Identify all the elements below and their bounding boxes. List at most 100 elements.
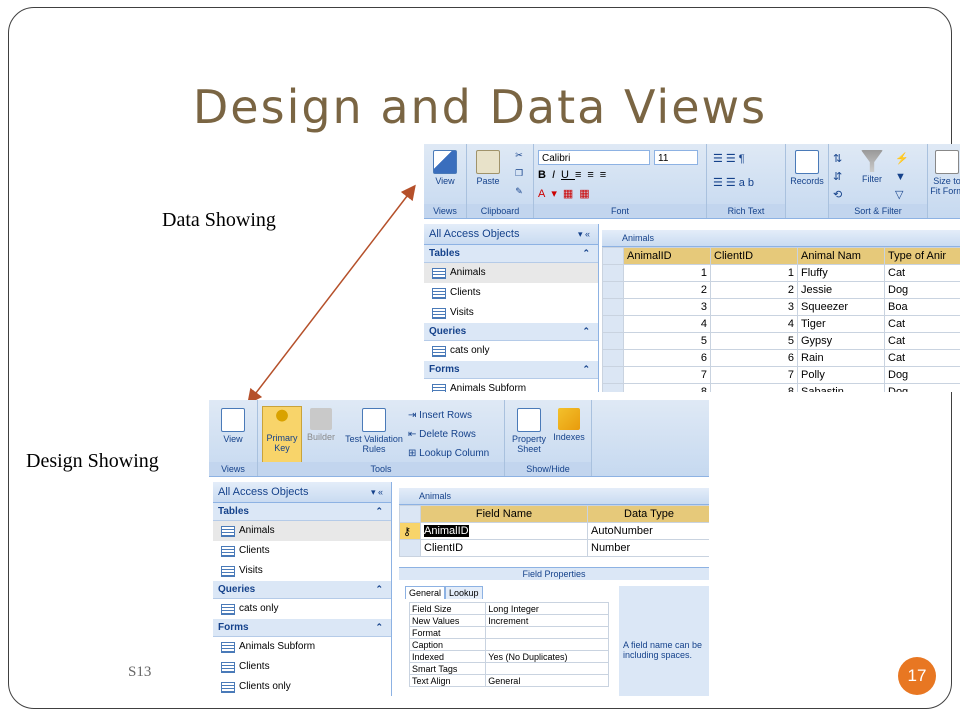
column-header[interactable]: Field Name: [420, 505, 588, 523]
row-selector[interactable]: [602, 332, 624, 350]
document-tab[interactable]: Animals: [399, 488, 709, 505]
table-row[interactable]: 6 6 Rain Cat: [602, 349, 960, 367]
indent-icons[interactable]: ☰☰¶: [713, 152, 748, 165]
collapse-icon[interactable]: ⌃: [582, 323, 590, 340]
nav-header[interactable]: All Access Objects ▾ «: [424, 224, 598, 245]
table-row[interactable]: 7 7 Polly Dog: [602, 366, 960, 384]
nav-item-clients-form[interactable]: Clients: [213, 657, 391, 677]
row-selector[interactable]: [602, 315, 624, 333]
cell[interactable]: 1: [710, 264, 798, 282]
cell[interactable]: 3: [623, 298, 711, 316]
cell[interactable]: 5: [710, 332, 798, 350]
row-selector[interactable]: [602, 383, 624, 392]
copy-icon[interactable]: ❐: [511, 168, 527, 178]
cell[interactable]: 7: [710, 366, 798, 384]
property-row[interactable]: Smart Tags: [408, 662, 609, 675]
table-row[interactable]: 4 4 Tiger Cat: [602, 315, 960, 333]
row-selector[interactable]: [602, 264, 624, 282]
field-name-cell[interactable]: ClientID: [420, 539, 588, 557]
view-button[interactable]: View: [428, 150, 462, 186]
primary-key-button[interactable]: Primary Key: [262, 406, 302, 464]
property-row[interactable]: Text Align General: [408, 674, 609, 687]
cut-icon[interactable]: ✂: [511, 150, 527, 160]
row-selector[interactable]: [602, 349, 624, 367]
collapse-icon[interactable]: ⌃: [582, 245, 590, 262]
nav-item-visits[interactable]: Visits: [424, 303, 598, 323]
table-row[interactable]: 1 1 Fluffy Cat: [602, 264, 960, 282]
select-all-cell[interactable]: [399, 505, 421, 523]
cell[interactable]: Cat: [884, 264, 960, 282]
cell[interactable]: Gypsy: [797, 332, 885, 350]
cell[interactable]: Boa: [884, 298, 960, 316]
delete-rows-button[interactable]: ⇤ Delete Rows: [408, 425, 489, 444]
data-type-cell[interactable]: Number: [587, 539, 709, 557]
column-header[interactable]: Type of Anir: [884, 247, 960, 265]
cell[interactable]: Cat: [884, 315, 960, 333]
font-color-buttons[interactable]: A▾▦▦: [538, 187, 596, 200]
nav-section-forms[interactable]: Forms ⌃: [213, 619, 391, 637]
nav-item-clients-only[interactable]: Clients only: [213, 677, 391, 696]
nav-item-animals[interactable]: Animals: [213, 521, 391, 541]
font-name-select[interactable]: Calibri: [538, 150, 650, 165]
cell[interactable]: 2: [623, 281, 711, 299]
nav-section-tables[interactable]: Tables ⌃: [424, 245, 598, 263]
cell[interactable]: Dog: [884, 366, 960, 384]
select-all-cell[interactable]: [602, 247, 624, 265]
cell[interactable]: Tiger: [797, 315, 885, 333]
row-selector[interactable]: [602, 281, 624, 299]
nav-item-clients[interactable]: Clients: [424, 283, 598, 303]
nav-section-queries[interactable]: Queries ⌃: [213, 581, 391, 599]
nav-item-animals-subform[interactable]: Animals Subform: [213, 637, 391, 657]
nav-item-animals-subform[interactable]: Animals Subform: [424, 379, 598, 392]
cell[interactable]: Sabastin: [797, 383, 885, 392]
document-tab[interactable]: Animals: [602, 230, 960, 247]
cell[interactable]: 8: [623, 383, 711, 392]
column-header[interactable]: Data Type: [587, 505, 709, 523]
nav-section-forms[interactable]: Forms ⌃: [424, 361, 598, 379]
sort-icons[interactable]: ⇅ ⇵ ⟲: [833, 150, 842, 204]
property-row[interactable]: Format: [408, 626, 609, 639]
filter-options-icons[interactable]: ⚡ ▼ ▽: [895, 150, 909, 204]
cell[interactable]: 7: [623, 366, 711, 384]
indexes-button[interactable]: Indexes: [551, 408, 587, 442]
format-painter-icon[interactable]: ✎: [511, 186, 527, 196]
cell[interactable]: 1: [623, 264, 711, 282]
chevron-down-icon[interactable]: ▾ «: [578, 224, 590, 244]
cell[interactable]: Cat: [884, 349, 960, 367]
row-selector[interactable]: [602, 366, 624, 384]
test-validation-rules-button[interactable]: Test Validation Rules: [342, 408, 406, 454]
property-value[interactable]: [485, 662, 609, 675]
cell[interactable]: Polly: [797, 366, 885, 384]
size-to-fit-button[interactable]: Size to Fit Form: [930, 150, 960, 196]
row-selector[interactable]: [602, 298, 624, 316]
records-button[interactable]: Records: [790, 150, 824, 186]
cell[interactable]: 6: [710, 349, 798, 367]
nav-item-clients[interactable]: Clients: [213, 541, 391, 561]
property-row[interactable]: Indexed Yes (No Duplicates): [408, 650, 609, 663]
cell[interactable]: Cat: [884, 332, 960, 350]
property-row[interactable]: Field Size Long Integer: [408, 602, 609, 615]
builder-button[interactable]: Builder: [304, 408, 338, 442]
cell[interactable]: Dog: [884, 281, 960, 299]
cell[interactable]: 4: [710, 315, 798, 333]
row-selector[interactable]: [399, 539, 421, 557]
nav-item-cats-only[interactable]: cats only: [213, 599, 391, 619]
cell[interactable]: Fluffy: [797, 264, 885, 282]
cell[interactable]: 4: [623, 315, 711, 333]
collapse-icon[interactable]: ⌃: [375, 581, 383, 598]
cell[interactable]: 5: [623, 332, 711, 350]
collapse-icon[interactable]: ⌃: [375, 503, 383, 520]
chevron-down-icon[interactable]: ▾ «: [371, 482, 383, 502]
paste-button[interactable]: Paste: [471, 150, 505, 186]
property-value[interactable]: [485, 626, 609, 639]
nav-section-queries[interactable]: Queries ⌃: [424, 323, 598, 341]
insert-rows-button[interactable]: ⇥ Insert Rows: [408, 406, 489, 425]
cell[interactable]: Squeezer: [797, 298, 885, 316]
lookup-column-button[interactable]: ⊞ Lookup Column: [408, 444, 489, 463]
column-header[interactable]: Animal Nam: [797, 247, 885, 265]
table-row[interactable]: ⚷ AnimalID AutoNumber: [399, 522, 709, 540]
cell[interactable]: 6: [623, 349, 711, 367]
property-value[interactable]: [485, 638, 609, 651]
table-row[interactable]: 2 2 Jessie Dog: [602, 281, 960, 299]
column-header[interactable]: ClientID: [710, 247, 798, 265]
